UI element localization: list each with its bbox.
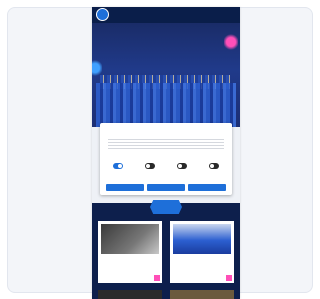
consent-button-2[interactable] <box>147 184 185 191</box>
consent-toggle-switch[interactable] <box>113 163 123 169</box>
consent-button-1[interactable] <box>106 184 144 191</box>
news-card[interactable] <box>98 221 162 283</box>
top-navigation <box>92 7 240 23</box>
consent-category-2 <box>138 157 162 173</box>
hero-banner <box>92 23 240 127</box>
consent-category-3 <box>170 157 194 173</box>
club-logo[interactable] <box>96 8 109 21</box>
consent-toggle-switch[interactable] <box>209 163 219 169</box>
cookie-consent-dialog <box>100 123 232 195</box>
consent-category-4 <box>202 157 226 173</box>
consent-button-3[interactable] <box>188 184 226 191</box>
pink-splash-graphic <box>224 33 238 51</box>
consent-toggle-switch[interactable] <box>177 163 187 169</box>
consent-body-text <box>108 139 224 149</box>
news-card-next-image[interactable] <box>170 290 234 299</box>
arrow-icon <box>154 275 160 281</box>
website-screenshot <box>92 7 240 299</box>
consent-toggle-switch[interactable] <box>145 163 155 169</box>
news-section-label <box>150 200 182 214</box>
news-card-next-image[interactable] <box>98 290 162 299</box>
arrow-icon <box>226 275 232 281</box>
team-photo <box>96 83 236 127</box>
news-card[interactable] <box>170 221 234 283</box>
consent-category-1 <box>106 157 130 173</box>
news-card-image <box>101 224 159 254</box>
news-card-image <box>173 224 231 254</box>
